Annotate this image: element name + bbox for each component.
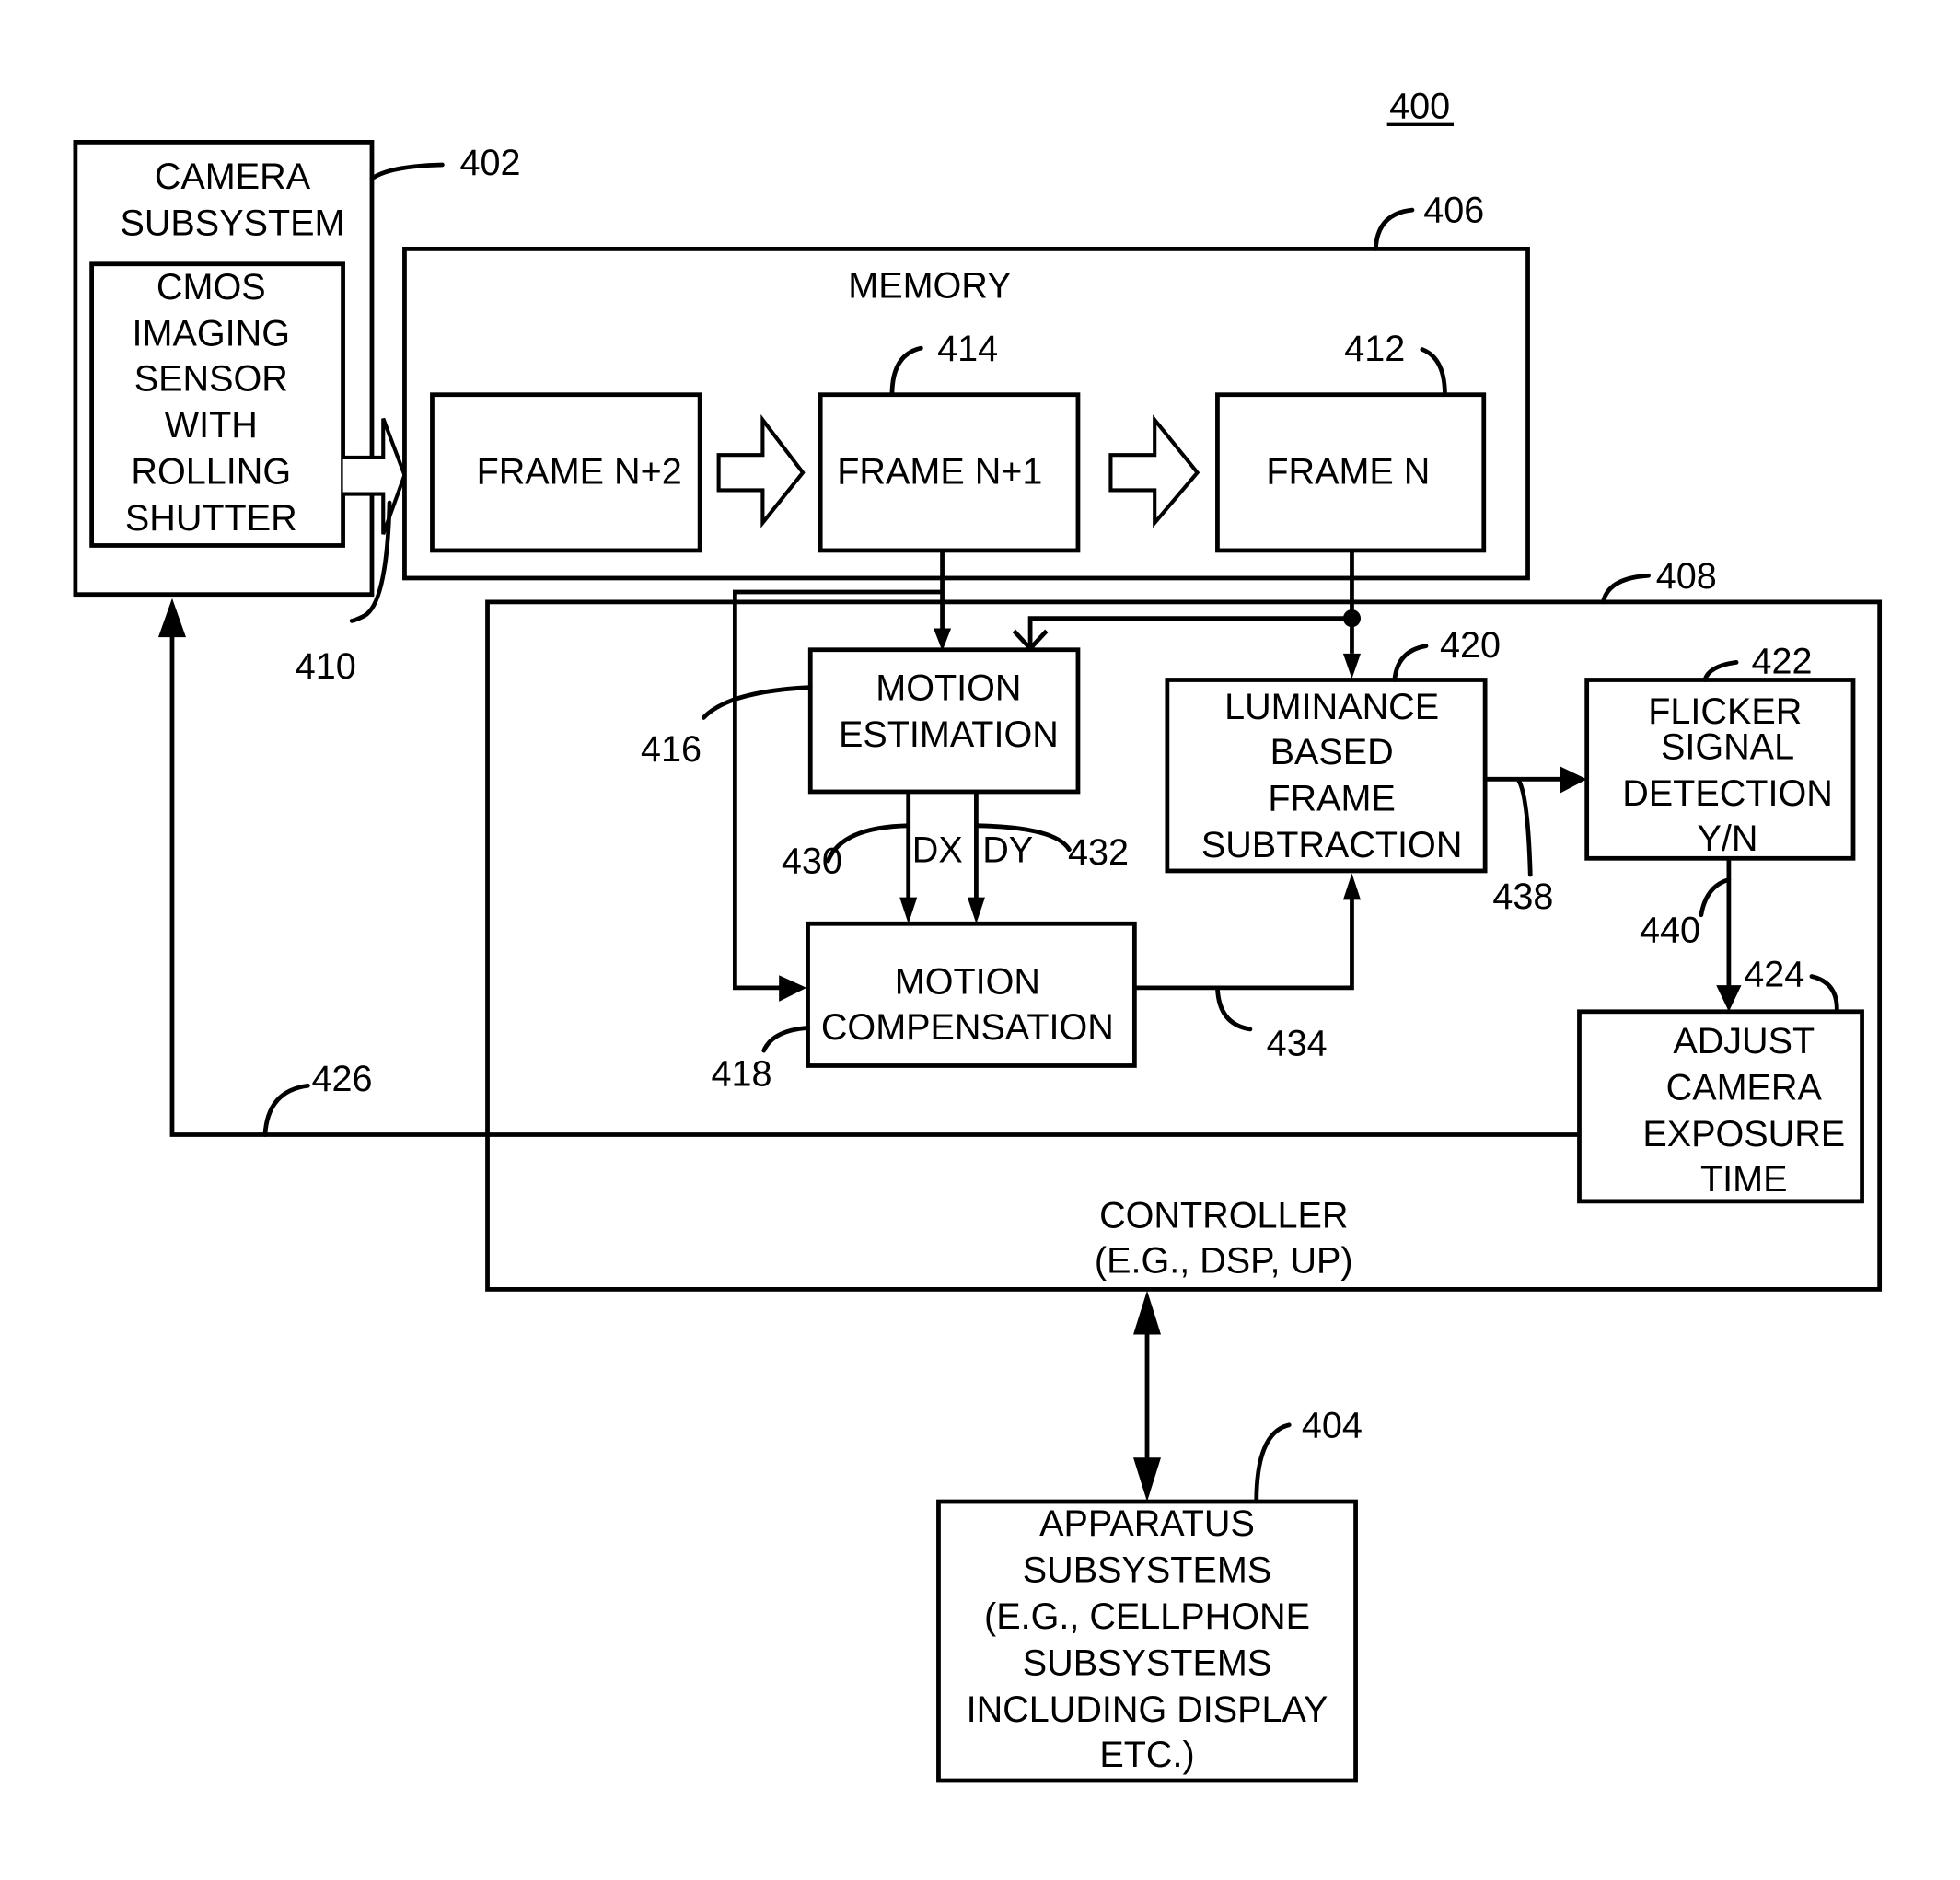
svg-text:CONTROLLER: CONTROLLER [1099,1196,1348,1236]
ref-432: 432 [1068,832,1129,873]
frame-n-plus-2-block: FRAME N+2 [430,392,702,553]
svg-text:SENSOR: SENSOR [134,359,288,400]
svg-text:Y/N: Y/N [1698,818,1758,859]
ref-408: 408 [1656,556,1717,597]
leader-402 [369,162,445,181]
ref-422: 422 [1751,642,1812,682]
svg-text:ETC.): ETC.) [1099,1735,1194,1775]
svg-text:CAMERA: CAMERA [155,157,311,197]
ref-426: 426 [311,1059,372,1099]
ref-412: 412 [1344,329,1405,369]
dy-label: DY [982,830,1033,870]
svg-text:APPARATUS: APPARATUS [1039,1503,1255,1544]
svg-text:FRAME N+1: FRAME N+1 [837,452,1042,493]
leader-408 [1601,573,1651,605]
svg-text:ROLLING: ROLLING [131,452,291,493]
svg-text:COMPENSATION: COMPENSATION [821,1007,1114,1048]
svg-text:BASED: BASED [1270,732,1394,772]
svg-text:SUBSYSTEMS: SUBSYSTEMS [1023,1642,1271,1683]
cmos-sensor-block: CMOS IMAGING SENSOR WITH ROLLING SHUTTER [89,261,345,548]
frame-n-block: FRAME N [1215,392,1487,553]
ref-406: 406 [1423,191,1484,231]
apparatus-subsystems-block: APPARATUS SUBSYSTEMS (E.G., CELLPHONE SU… [936,1499,1358,1783]
svg-text:SUBSYSTEM: SUBSYSTEM [120,203,344,243]
svg-text:FRAME N+2: FRAME N+2 [477,452,682,493]
ref-410: 410 [296,646,356,687]
svg-text:INCLUDING DISPLAY: INCLUDING DISPLAY [967,1689,1328,1730]
svg-text:MEMORY: MEMORY [848,266,1011,307]
svg-text:MOTION: MOTION [876,667,1021,708]
ref-404: 404 [1302,1405,1363,1445]
leader-404 [1254,1422,1292,1504]
svg-text:FRAME: FRAME [1268,778,1395,818]
figure-number: 400 [1389,86,1450,126]
leader-406 [1374,207,1415,251]
svg-text:ESTIMATION: ESTIMATION [839,714,1059,755]
svg-text:SHUTTER: SHUTTER [125,498,297,539]
svg-text:ADJUST: ADJUST [1673,1021,1815,1062]
luminance-subtraction-block: LUMINANCE BASED FRAME SUBTRACTION [1165,678,1488,874]
ref-430: 430 [782,841,842,882]
svg-text:EXPOSURE: EXPOSURE [1642,1114,1845,1155]
svg-text:TIME: TIME [1700,1159,1788,1200]
ref-420: 420 [1440,625,1501,666]
svg-text:MOTION: MOTION [895,962,1040,1003]
flicker-detection-block: FLICKER SIGNAL DETECTION Y/N [1584,678,1856,861]
arrowhead-up-controller [1132,1290,1162,1335]
adjust-exposure-block: ADJUST CAMERA EXPOSURE TIME [1577,1009,1864,1204]
svg-text:SIGNAL: SIGNAL [1661,726,1794,767]
arrowhead-camera-bottom [157,598,186,638]
svg-text:LUMINANCE: LUMINANCE [1224,687,1439,727]
ref-414: 414 [937,329,998,369]
frame-n-plus-1-block: FRAME N+1 [818,392,1081,553]
dx-label: DX [912,830,963,870]
ref-418: 418 [711,1053,771,1094]
motion-compensation-block: MOTION COMPENSATION [806,921,1137,1068]
svg-text:DETECTION: DETECTION [1622,773,1833,814]
motion-estimation-block: MOTION ESTIMATION [807,647,1081,795]
ref-424: 424 [1744,954,1804,994]
ref-416: 416 [641,729,702,770]
ref-438: 438 [1492,876,1553,917]
ref-440: 440 [1640,911,1700,951]
svg-text:IMAGING: IMAGING [133,313,290,354]
block-diagram: 400 CAMERA SUBSYSTEM 402 CMOS IMAGING SE… [73,86,1883,1783]
leader-426 [262,1083,310,1137]
svg-text:SUBTRACTION: SUBTRACTION [1201,825,1463,865]
svg-text:CMOS: CMOS [157,267,266,308]
ref-434: 434 [1267,1024,1328,1064]
ref-402: 402 [459,143,520,183]
arrowhead-down-apparatus [1132,1457,1162,1503]
svg-text:(E.G., CELLPHONE: (E.G., CELLPHONE [984,1596,1310,1637]
svg-text:CAMERA: CAMERA [1666,1067,1823,1108]
svg-text:SUBSYSTEMS: SUBSYSTEMS [1023,1549,1271,1590]
svg-text:WITH: WITH [165,405,258,446]
svg-text:(E.G., DSP, UP): (E.G., DSP, UP) [1095,1241,1353,1282]
svg-text:FRAME N: FRAME N [1266,452,1430,493]
